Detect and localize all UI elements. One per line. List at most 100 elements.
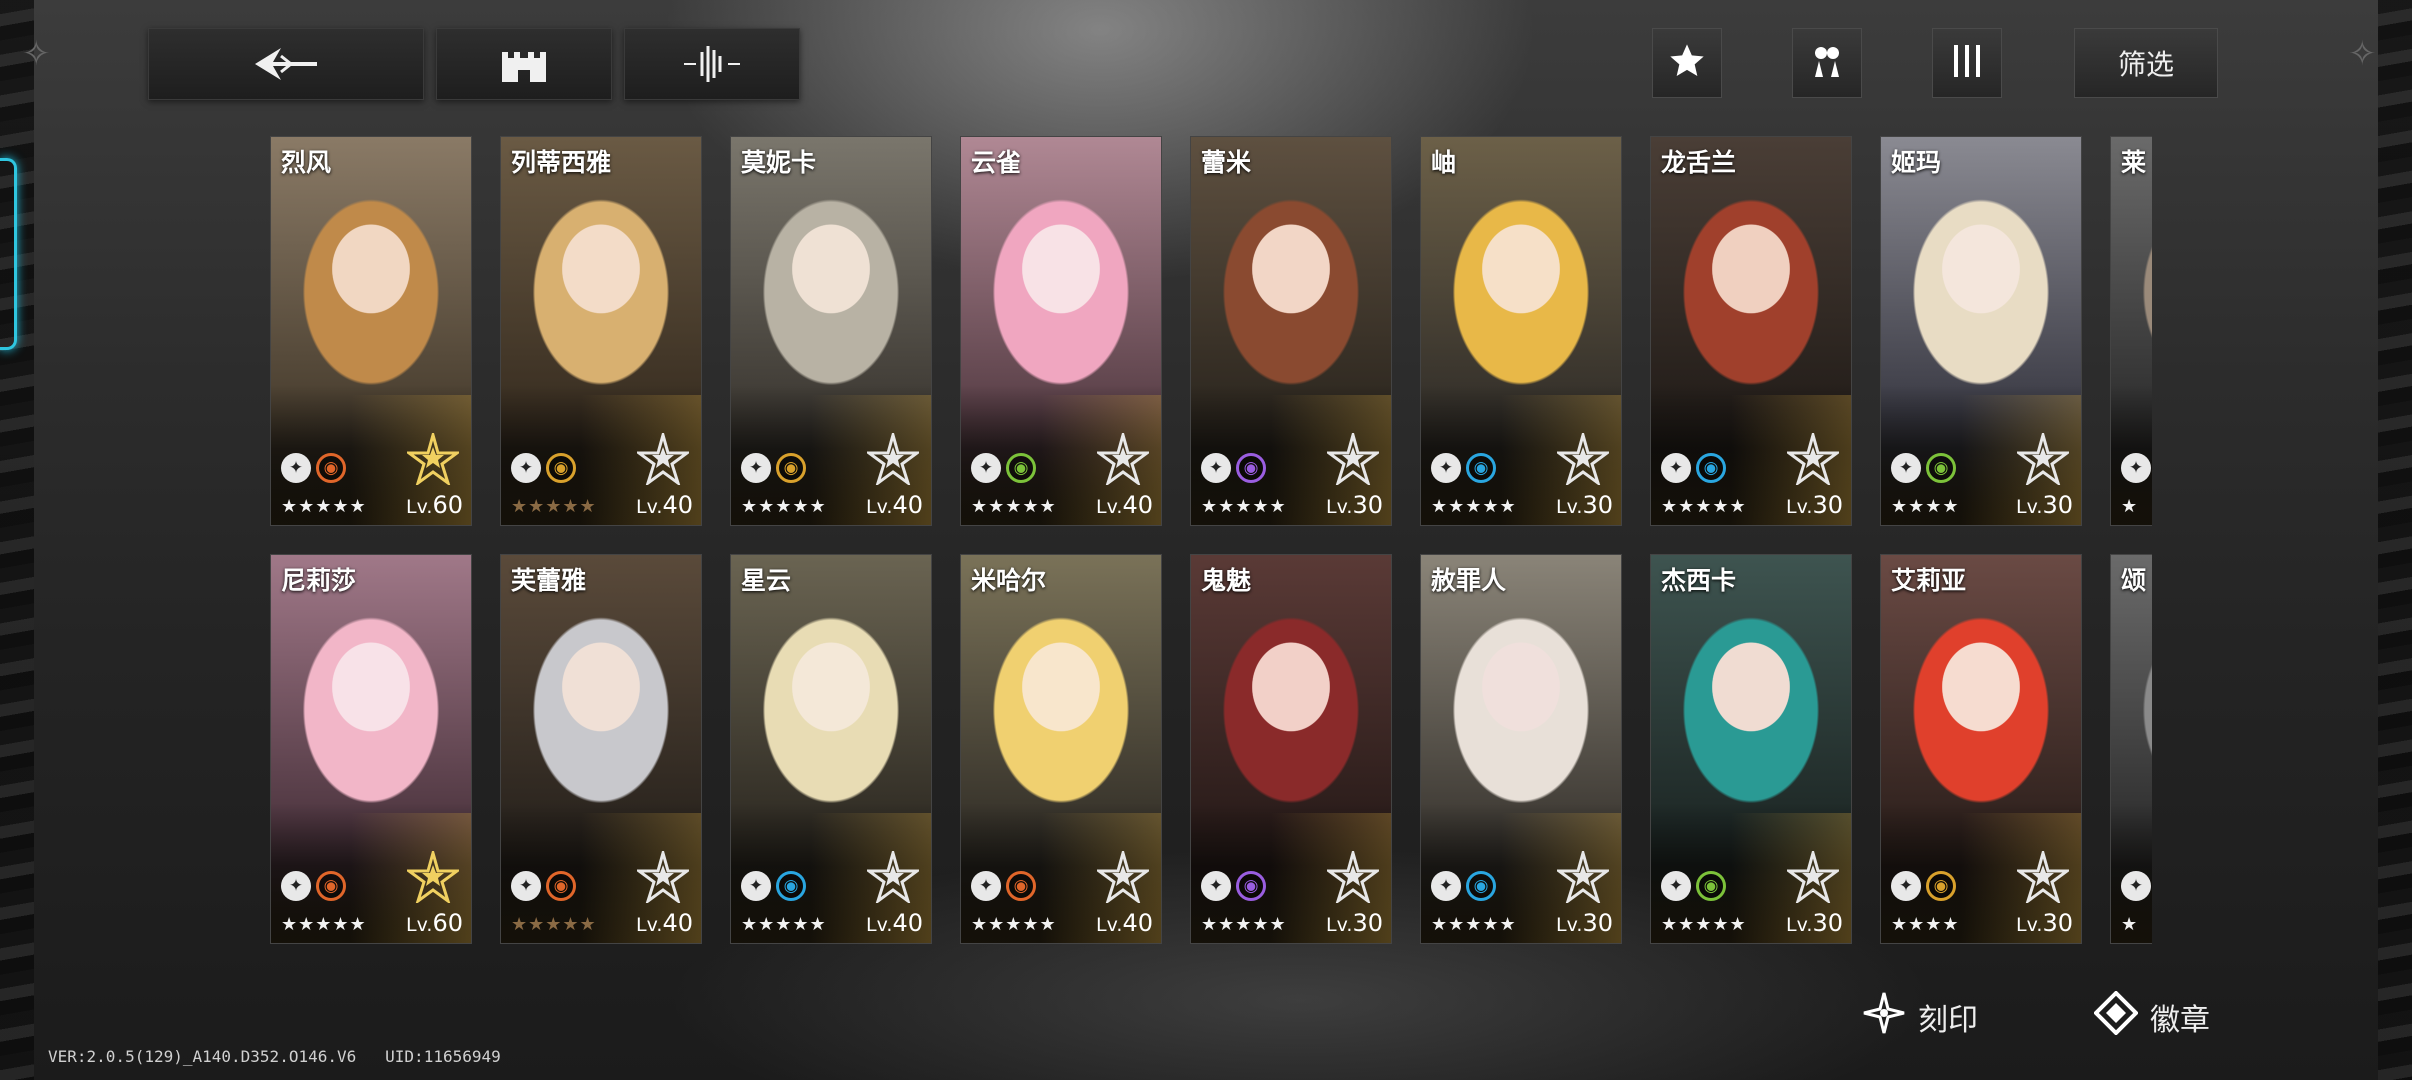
shield-wing-icon: ✦ — [1661, 871, 1691, 901]
water-icon: ◉ — [776, 871, 806, 901]
back-arrow-icon — [251, 44, 321, 84]
right-vine-border — [2378, 0, 2412, 1080]
badge-button[interactable]: 徽章 — [2093, 990, 2210, 1042]
spear-icon: ✦ — [1431, 871, 1461, 901]
character-name: 岫 — [1431, 148, 1457, 177]
fire-icon: ◉ — [316, 871, 346, 901]
character-card[interactable]: 云雀 ✦ ◉ ★★★★★ Lv.40 — [960, 136, 1162, 526]
shield-wing-icon: ✦ — [281, 453, 311, 483]
level-value: 60 — [432, 491, 463, 519]
fire-icon: ◉ — [1006, 871, 1036, 901]
level-prefix: Lv. — [866, 496, 893, 518]
level-value: 30 — [1812, 491, 1843, 519]
spear-icon: ✦ — [1891, 453, 1921, 483]
star-emblem-icon — [637, 433, 689, 485]
character-name: 芙蕾雅 — [511, 566, 587, 595]
character-level: Lv.30 — [1786, 909, 1843, 937]
base-button[interactable] — [436, 28, 612, 100]
level-value: 30 — [1582, 491, 1613, 519]
character-name: 蕾米 — [1201, 148, 1252, 177]
corner-ornament-icon: ✧ — [22, 34, 51, 74]
star-emblem-icon — [2017, 851, 2069, 903]
star-rating: ★ — [2121, 496, 2139, 517]
character-card[interactable]: 芙蕾雅 ✦ ◉ ★★★★★ Lv.40 — [500, 554, 702, 944]
favorite-button[interactable] — [1652, 28, 1722, 98]
shield-wing-icon: ✦ — [1201, 453, 1231, 483]
star-emblem-icon — [1327, 851, 1379, 903]
character-card[interactable]: 颂 ✦ ★ — [2110, 554, 2152, 944]
star-rating: ★★★★★ — [281, 496, 367, 517]
uid-text: UID:11656949 — [385, 1047, 501, 1066]
character-card[interactable]: 赦罪人 ✦ ◉ ★★★★★ Lv.30 — [1420, 554, 1622, 944]
star-emblem-icon — [867, 433, 919, 485]
character-name: 星云 — [741, 566, 792, 595]
team-button[interactable] — [1792, 28, 1862, 98]
water-icon: ◉ — [1466, 871, 1496, 901]
character-card[interactable]: 尼莉莎 ✦ ◉ ★★★★★ Lv.60 — [270, 554, 472, 944]
back-button[interactable] — [148, 28, 424, 100]
level-value: 40 — [892, 491, 923, 519]
level-prefix: Lv. — [636, 914, 663, 936]
character-card[interactable]: 烈风 ✦ ◉ ★★★★★ Lv.60 — [270, 136, 472, 526]
character-card[interactable]: 莫妮卡 ✦ ◉ ★★★★★ Lv.40 — [730, 136, 932, 526]
star-rating: ★★★★★ — [281, 914, 367, 935]
side-drawer-tab[interactable] — [0, 158, 17, 350]
character-card[interactable]: 龙舌兰 ✦ ◉ ★★★★★ Lv.30 — [1650, 136, 1852, 526]
leaf-icon: ◉ — [1696, 871, 1726, 901]
gold-star-emblem-icon — [407, 433, 459, 485]
imprint-label: 刻印 — [1918, 1003, 1978, 1038]
water-icon: ◉ — [1696, 453, 1726, 483]
character-card[interactable]: 星云 ✦ ◉ ★★★★★ Lv.40 — [730, 554, 932, 944]
character-card[interactable]: 鬼魅 ✦ ◉ ★★★★★ Lv.30 — [1190, 554, 1392, 944]
level-prefix: Lv. — [1326, 496, 1353, 518]
team-icon — [1807, 41, 1847, 85]
character-card[interactable]: 艾莉亚 ✦ ◉ ★★★★ Lv.30 — [1880, 554, 2082, 944]
level-prefix: Lv. — [1556, 914, 1583, 936]
void-icon: ◉ — [1236, 871, 1266, 901]
tune-button[interactable] — [624, 28, 800, 100]
version-info: VER:2.0.5(129)_A140.D352.O146.V6 UID:116… — [48, 1047, 501, 1066]
spear-icon: ✦ — [511, 453, 541, 483]
sun-icon: ◉ — [1926, 871, 1956, 901]
level-prefix: Lv. — [2016, 496, 2043, 518]
character-name: 颂 — [2121, 566, 2147, 595]
character-card[interactable]: 米哈尔 ✦ ◉ ★★★★★ Lv.40 — [960, 554, 1162, 944]
level-value: 40 — [892, 909, 923, 937]
spear-icon: ✦ — [971, 871, 1001, 901]
character-card[interactable]: 列蒂西雅 ✦ ◉ ★★★★★ Lv.40 — [500, 136, 702, 526]
wings-icon: ✦ — [971, 453, 1001, 483]
character-card[interactable]: 莱 ✦ ★ — [2110, 136, 2152, 526]
wings-icon: ✦ — [1431, 453, 1461, 483]
character-name: 尼莉莎 — [281, 566, 357, 595]
star-emblem-icon — [2017, 433, 2069, 485]
level-value: 30 — [1352, 909, 1383, 937]
character-level: Lv.40 — [866, 491, 923, 519]
star-emblem-icon — [867, 851, 919, 903]
level-value: 30 — [1812, 909, 1843, 937]
filter-button[interactable]: 筛选 — [2074, 28, 2218, 98]
level-value: 60 — [432, 909, 463, 937]
character-name: 烈风 — [281, 148, 332, 177]
leaf-icon: ◉ — [1926, 453, 1956, 483]
shield-wing-icon: ✦ — [1891, 871, 1921, 901]
star-rating: ★★★★★ — [741, 914, 827, 935]
star-rating: ★★★★★ — [1661, 914, 1747, 935]
character-name: 赦罪人 — [1431, 566, 1507, 595]
column-view-button[interactable] — [1932, 28, 2002, 98]
character-card[interactable]: 姬玛 ✦ ◉ ★★★★ Lv.30 — [1880, 136, 2082, 526]
character-level: Lv.30 — [2016, 909, 2073, 937]
character-card[interactable]: 蕾米 ✦ ◉ ★★★★★ Lv.30 — [1190, 136, 1392, 526]
sun-icon: ◉ — [776, 453, 806, 483]
level-prefix: Lv. — [636, 496, 663, 518]
level-value: 40 — [662, 491, 693, 519]
character-card[interactable]: 岫 ✦ ◉ ★★★★★ Lv.30 — [1420, 136, 1622, 526]
level-value: 30 — [2042, 909, 2073, 937]
character-card[interactable]: 杰西卡 ✦ ◉ ★★★★★ Lv.30 — [1650, 554, 1852, 944]
wings-icon: ✦ — [281, 871, 311, 901]
star-rating: ★★★★★ — [511, 496, 597, 517]
corner-ornament-icon: ✧ — [2348, 34, 2377, 74]
level-value: 40 — [662, 909, 693, 937]
imprint-button[interactable]: 刻印 — [1862, 992, 1978, 1042]
void-icon: ◉ — [1236, 453, 1266, 483]
star-emblem-icon — [1327, 433, 1379, 485]
